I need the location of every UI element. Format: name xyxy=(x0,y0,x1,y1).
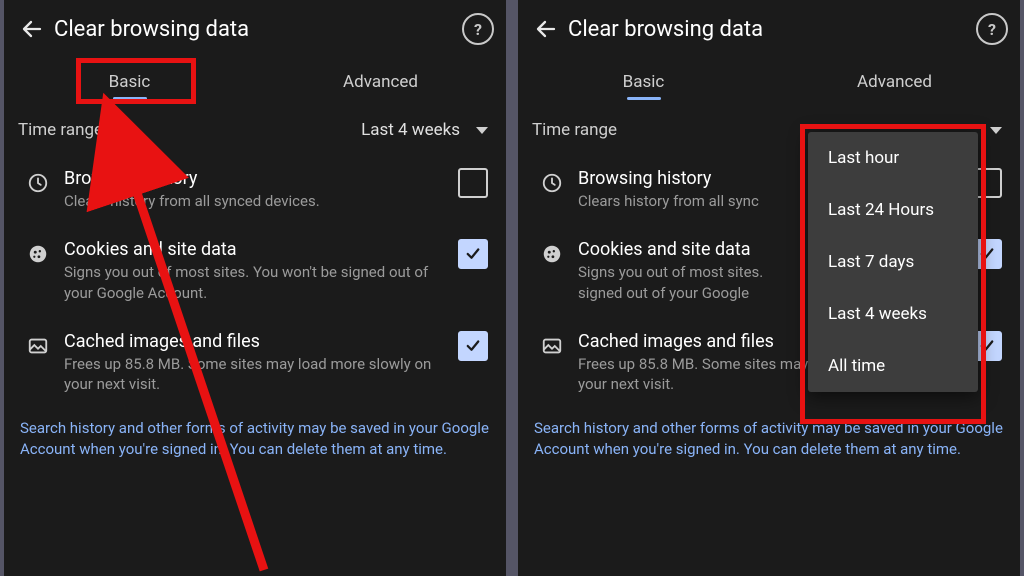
page-title: Clear browsing data xyxy=(562,17,976,42)
dropdown-option[interactable]: Last hour xyxy=(808,132,978,184)
footer-note: Search history and other forms of activi… xyxy=(518,408,1020,460)
header: Clear browsing data ? xyxy=(518,0,1020,58)
tab-underline xyxy=(627,97,661,100)
screenshot-right: Clear browsing data ? Basic Advanced Tim… xyxy=(518,0,1020,576)
chevron-down-icon xyxy=(990,127,1002,134)
checkbox[interactable] xyxy=(458,168,488,198)
cookie-icon xyxy=(532,239,572,265)
dropdown-option[interactable]: Last 7 days xyxy=(808,236,978,288)
cookie-icon xyxy=(18,239,58,265)
clock-icon xyxy=(18,168,58,194)
option-browsing-history[interactable]: Browsing history Clears history from all… xyxy=(4,154,506,225)
tab-advanced-label: Advanced xyxy=(857,72,932,92)
tab-basic-label: Basic xyxy=(109,72,151,92)
tab-advanced[interactable]: Advanced xyxy=(769,58,1020,106)
back-button[interactable] xyxy=(16,13,48,45)
tab-advanced-label: Advanced xyxy=(343,72,418,92)
option-desc: Frees up 85.8 MB. Some sites may load mo… xyxy=(64,354,444,395)
time-range-dropdown[interactable]: Last hour Last 24 Hours Last 7 days Last… xyxy=(808,132,978,392)
footer-note: Search history and other forms of activi… xyxy=(4,408,506,460)
option-title: Cached images and files xyxy=(64,331,444,352)
tab-advanced[interactable]: Advanced xyxy=(255,58,506,106)
header: Clear browsing data ? xyxy=(4,0,506,58)
option-cookies[interactable]: Cookies and site data Signs you out of m… xyxy=(4,225,506,317)
dropdown-option[interactable]: All time xyxy=(808,340,978,392)
option-desc: Signs you out of most sites. You won't b… xyxy=(64,262,444,303)
option-title: Cookies and site data xyxy=(64,239,444,260)
image-icon xyxy=(18,331,58,357)
clock-icon xyxy=(532,168,572,194)
dropdown-option[interactable]: Last 4 weeks xyxy=(808,288,978,340)
tabs: Basic Advanced xyxy=(4,58,506,106)
option-title: Browsing history xyxy=(64,168,444,189)
page-title: Clear browsing data xyxy=(48,17,462,42)
dropdown-option[interactable]: Last 24 Hours xyxy=(808,184,978,236)
checkbox[interactable] xyxy=(458,239,488,269)
help-icon[interactable]: ? xyxy=(462,13,494,45)
tabs: Basic Advanced xyxy=(518,58,1020,106)
back-button[interactable] xyxy=(530,13,562,45)
screenshot-left: Clear browsing data ? Basic Advanced Tim… xyxy=(4,0,506,576)
time-range-row[interactable]: Time range Last 4 weeks xyxy=(4,106,506,154)
chevron-down-icon xyxy=(476,127,488,134)
tab-underline xyxy=(113,97,147,100)
image-icon xyxy=(532,331,572,357)
option-desc: Clears history from all synced devices. xyxy=(64,191,444,211)
time-range-label: Time range xyxy=(18,120,361,140)
tab-basic[interactable]: Basic xyxy=(518,58,769,106)
option-cache[interactable]: Cached images and files Frees up 85.8 MB… xyxy=(4,317,506,409)
tab-basic[interactable]: Basic xyxy=(4,58,255,106)
help-icon[interactable]: ? xyxy=(976,13,1008,45)
tab-basic-label: Basic xyxy=(623,72,665,92)
time-range-value: Last 4 weeks xyxy=(361,120,466,140)
checkbox[interactable] xyxy=(458,331,488,361)
